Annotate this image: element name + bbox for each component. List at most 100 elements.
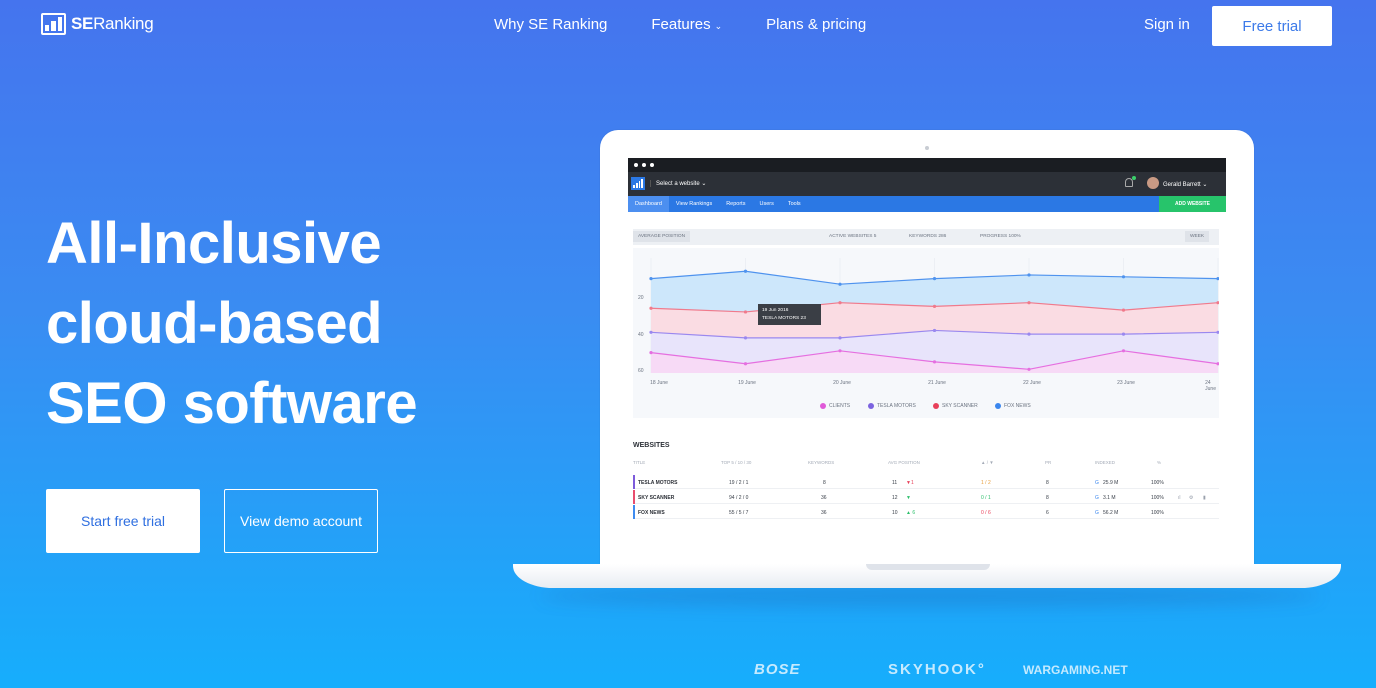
window-titlebar (628, 158, 1226, 172)
row-keywords: 8 (823, 480, 826, 486)
row-title[interactable]: FOX NEWS (638, 510, 665, 516)
stats-icon[interactable]: ıl (1178, 495, 1181, 501)
free-trial-button[interactable]: Free trial (1212, 6, 1332, 46)
data-point[interactable] (1027, 273, 1031, 277)
hero-title-line-2: cloud-based (46, 291, 383, 356)
menu-dashboard[interactable]: Dashboard (628, 196, 669, 212)
menu-view-rankings[interactable]: View Rankings (669, 196, 719, 212)
menu-reports[interactable]: Reports (719, 196, 752, 212)
laptop-camera (925, 146, 929, 150)
row-pr: 8 (1046, 480, 1049, 486)
legend-dot-icon (933, 403, 939, 409)
row-indexed: 3.1 M (1103, 495, 1116, 501)
google-icon: G (1095, 510, 1099, 516)
data-point[interactable] (649, 330, 653, 334)
average-position-dropdown[interactable]: AVERAGE POSITION (633, 231, 691, 242)
data-point[interactable] (1027, 367, 1031, 371)
chevron-down-icon: ⌄ (714, 21, 723, 31)
trash-icon[interactable]: ▮ (1203, 495, 1206, 501)
data-point[interactable] (1121, 349, 1126, 353)
menu-users[interactable]: Users (752, 196, 780, 212)
x-tick-label: 24 June (1205, 380, 1216, 392)
column-header: % (1157, 460, 1162, 465)
gear-icon[interactable]: ⚙ (1189, 495, 1193, 501)
row-title[interactable]: TESLA MOTORS (638, 480, 677, 486)
google-icon: G (1095, 495, 1099, 501)
column-header: ▲ / ▼ (981, 460, 994, 465)
website-selector-label: Select a website (656, 181, 700, 187)
data-point[interactable] (1121, 308, 1126, 312)
data-point[interactable] (838, 336, 842, 340)
table-row[interactable]: TESLA MOTORS 19 / 2 / 1 8 11 ▼1 1 / 2 8 … (633, 475, 1219, 489)
x-tick-label: 22 June (1023, 380, 1041, 386)
data-point[interactable] (838, 282, 842, 286)
data-point[interactable] (932, 304, 937, 308)
nav-links: Why SE Ranking Features ⌄ Plans & pricing (494, 16, 866, 33)
row-percent: 100% (1151, 510, 1164, 516)
window-dot-icon (634, 163, 638, 167)
row-keywords: 36 (821, 510, 827, 516)
row-indexed: 25.9 M (1103, 480, 1119, 486)
website-selector[interactable]: Select a website ⌄ (650, 180, 706, 187)
progress-stat: PROGRESS 100% (980, 234, 1021, 239)
chart-filter-bar: AVERAGE POSITION ACTIVE WEBSITES 5 KEYWO… (633, 229, 1219, 245)
logo-ranking-text: Ranking (93, 14, 154, 33)
legend-dot-icon (820, 403, 826, 409)
legend-item-skyscanner[interactable]: SKY SCANNER (933, 403, 978, 409)
table-row[interactable]: SKY SCANNER 94 / 2 / 0 36 12 ▼ 0 / 1 8 G… (633, 490, 1219, 504)
row-updown: 0 / 6 (981, 510, 991, 516)
menu-tools[interactable]: Tools (781, 196, 808, 212)
data-point[interactable] (1027, 332, 1031, 336)
app-logo-icon (631, 177, 645, 190)
avatar[interactable] (1147, 177, 1159, 189)
y-tick-label: 20 (638, 295, 644, 301)
sign-in-link[interactable]: Sign in (1144, 16, 1190, 33)
data-point[interactable] (838, 349, 842, 353)
legend-item-foxnews[interactable]: FOX NEWS (995, 403, 1031, 409)
start-free-trial-button[interactable]: Start free trial (46, 489, 200, 553)
legend-item-tesla[interactable]: TESLA MOTORS (868, 403, 916, 409)
data-point[interactable] (743, 310, 748, 314)
data-point[interactable] (649, 306, 653, 310)
se-ranking-logo[interactable]: SERanking (41, 13, 154, 35)
websites-heading: WEBSITES (633, 442, 670, 449)
row-percent: 100% (1151, 480, 1164, 486)
add-website-button[interactable]: ADD WEBSITE (1159, 196, 1226, 212)
nav-link-why[interactable]: Why SE Ranking (494, 16, 607, 33)
row-change: ▼1 (906, 480, 914, 486)
data-point[interactable] (838, 301, 842, 305)
period-dropdown[interactable]: WEEK (1185, 231, 1210, 242)
view-demo-account-button[interactable]: View demo account (224, 489, 378, 553)
nav-link-features[interactable]: Features ⌄ (651, 16, 722, 33)
row-pr: 6 (1046, 510, 1049, 516)
nav-link-features-label: Features (651, 16, 711, 33)
row-change: ▼ (906, 495, 911, 501)
row-title[interactable]: SKY SCANNER (638, 495, 674, 501)
data-point[interactable] (649, 277, 653, 281)
data-point[interactable] (1121, 275, 1126, 279)
window-dot-icon (650, 163, 654, 167)
active-websites-stat: ACTIVE WEBSITES 5 (829, 234, 877, 239)
data-point[interactable] (649, 351, 653, 355)
column-header: INDEXED (1095, 460, 1116, 465)
data-point[interactable] (743, 336, 748, 340)
nav-link-pricing[interactable]: Plans & pricing (766, 16, 866, 33)
x-tick-label: 23 June (1117, 380, 1135, 386)
data-point[interactable] (743, 269, 748, 273)
row-updown: 0 / 1 (981, 495, 991, 501)
data-point[interactable] (932, 360, 937, 364)
wargaming-logo: WARGAMING.NET (1023, 663, 1128, 677)
row-color-bar (633, 490, 635, 504)
table-row[interactable]: FOX NEWS 55 / 5 / 7 36 10 ▲ 6 0 / 6 6 G … (633, 505, 1219, 519)
data-point[interactable] (743, 362, 748, 366)
data-point[interactable] (932, 277, 937, 281)
data-point[interactable] (1027, 301, 1031, 305)
data-point[interactable] (932, 328, 937, 333)
column-header: TITLE (633, 460, 646, 465)
legend-item-clients[interactable]: CLIENTS (820, 403, 850, 409)
user-menu[interactable]: Gerald Barrett ⌄ (1163, 181, 1207, 188)
bose-logo: BOSE (754, 661, 801, 678)
laptop-notch (866, 564, 990, 570)
data-point[interactable] (1121, 332, 1126, 336)
x-tick-label: 18 June (650, 380, 668, 386)
